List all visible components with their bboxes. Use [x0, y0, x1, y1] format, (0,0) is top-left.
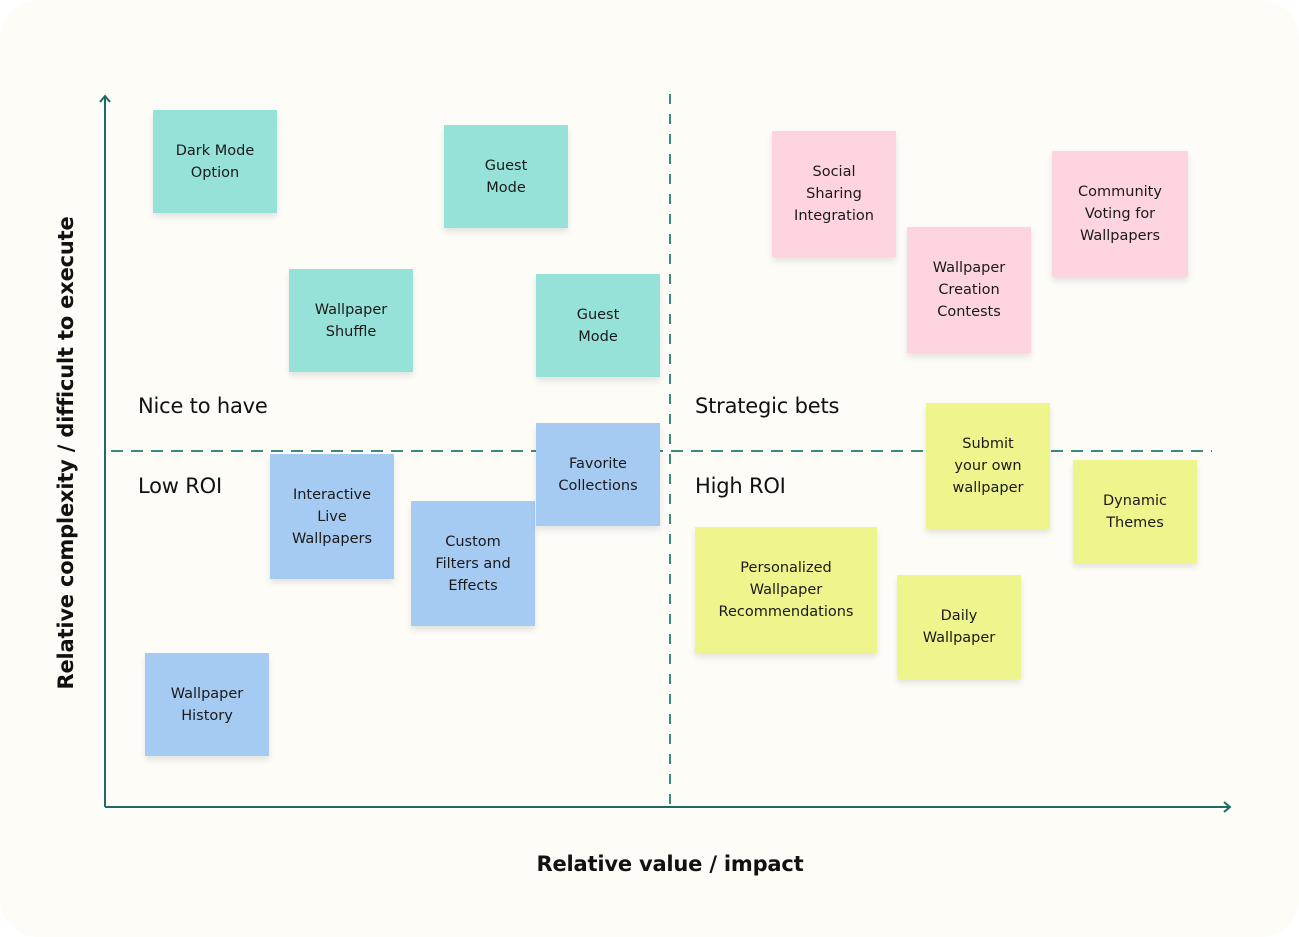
- quadrant-label-high-roi: High ROI: [695, 474, 786, 498]
- sticky-guest-mode-2[interactable]: Guest Mode: [536, 274, 660, 377]
- sticky-dark-mode-option[interactable]: Dark Mode Option: [153, 110, 277, 213]
- sticky-favorite-collections[interactable]: Favorite Collections: [536, 423, 660, 526]
- y-axis-title: Relative complexity / difficult to execu…: [54, 216, 78, 690]
- sticky-personalized-wallpaper-recommendations[interactable]: Personalized Wallpaper Recommendations: [695, 527, 877, 653]
- sticky-community-voting-for-wallpapers[interactable]: Community Voting for Wallpapers: [1052, 151, 1188, 277]
- sticky-submit-your-own-wallpaper[interactable]: Submit your own wallpaper: [926, 403, 1050, 529]
- prioritization-board: Relative complexity / difficult to execu…: [0, 0, 1299, 937]
- sticky-dynamic-themes[interactable]: Dynamic Themes: [1073, 460, 1197, 563]
- quadrant-label-nice-to-have: Nice to have: [138, 394, 268, 418]
- sticky-social-sharing-integration[interactable]: Social Sharing Integration: [772, 131, 896, 257]
- quadrant-label-strategic-bets: Strategic bets: [695, 394, 840, 418]
- sticky-wallpaper-shuffle[interactable]: Wallpaper Shuffle: [289, 269, 413, 372]
- quadrant-label-low-roi: Low ROI: [138, 474, 222, 498]
- sticky-wallpaper-creation-contests[interactable]: Wallpaper Creation Contests: [907, 227, 1031, 353]
- sticky-guest-mode[interactable]: Guest Mode: [444, 125, 568, 228]
- x-axis-title: Relative value / impact: [536, 852, 804, 876]
- y-axis-arrow-icon: [99, 94, 111, 103]
- sticky-custom-filters-and-effects[interactable]: Custom Filters and Effects: [411, 501, 535, 626]
- sticky-interactive-live-wallpapers[interactable]: Interactive Live Wallpapers: [270, 454, 394, 579]
- x-axis-arrow-icon: [1223, 801, 1232, 813]
- sticky-daily-wallpaper[interactable]: Daily Wallpaper: [897, 575, 1021, 679]
- sticky-wallpaper-history[interactable]: Wallpaper History: [145, 653, 269, 756]
